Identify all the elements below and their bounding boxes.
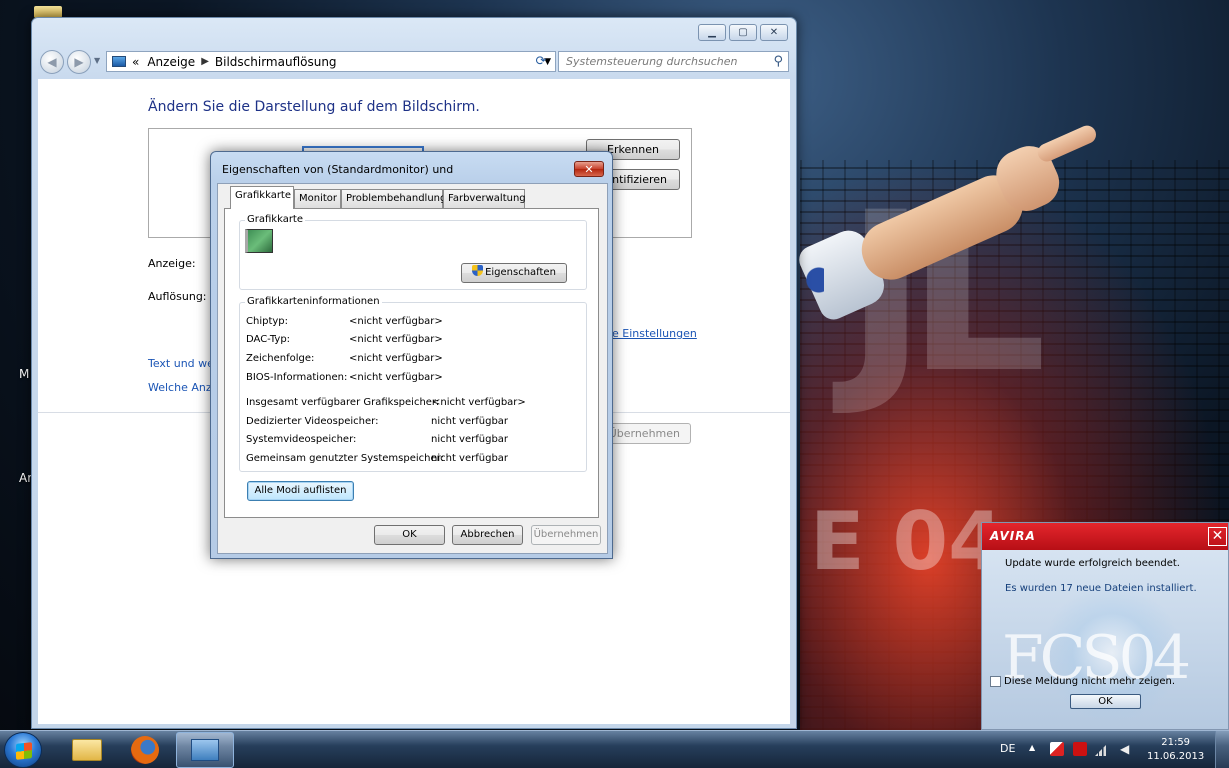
total-memory-value: <nicht verfügbar> xyxy=(432,397,526,408)
text-size-link[interactable]: Text und we xyxy=(148,357,214,370)
bios-info-value: <nicht verfügbar> xyxy=(349,372,443,383)
dedicated-memory-label: Dedizierter Videospeicher: xyxy=(246,416,379,427)
tab-grafikkarte[interactable]: Grafikkarte xyxy=(230,186,294,209)
search-icon[interactable]: ⚲ xyxy=(773,54,783,69)
monitor-icon xyxy=(112,56,126,67)
properties-dialog: Eigenschaften von (Standardmonitor) und … xyxy=(210,151,613,559)
advanced-settings-link[interactable]: e Einstellungen xyxy=(612,327,697,340)
string-value: <nicht verfügbar> xyxy=(349,353,443,364)
clock[interactable]: 21:59 11.06.2013 xyxy=(1147,736,1204,764)
address-bar[interactable]: « Anzeige ▶ Bildschirmauflösung ▼ xyxy=(106,51,556,72)
taskbar-control-panel[interactable] xyxy=(176,732,234,768)
list-all-modes-button[interactable]: Alle Modi auflisten xyxy=(247,481,354,501)
info-group-title: Grafikkarteninformationen xyxy=(245,296,382,307)
desktop-icon-label[interactable]: M xyxy=(19,367,29,381)
back-button[interactable]: ◀ xyxy=(40,50,64,74)
chip-type-value: <nicht verfügbar> xyxy=(349,316,443,327)
apply-button[interactable]: Übernehmen xyxy=(606,423,691,444)
dont-show-label[interactable]: Diese Meldung nicht mehr zeigen. xyxy=(1004,676,1175,687)
taskbar: DE ▲ ◀ 21:59 11.06.2013 xyxy=(0,730,1229,768)
shared-memory-value: nicht verfügbar xyxy=(431,453,509,464)
dac-type-label: DAC-Typ: xyxy=(246,334,291,345)
wallpaper-number: E 04 xyxy=(810,495,1004,588)
folder-icon xyxy=(72,739,102,761)
system-tray: DE ▲ ◀ 21:59 11.06.2013 xyxy=(995,731,1229,768)
avira-message-2: Es wurden 17 neue Dateien installiert. xyxy=(1005,583,1197,594)
maximize-button[interactable]: ▢ xyxy=(729,24,757,41)
tab-farbverwaltung[interactable]: Farbverwaltung xyxy=(443,189,526,208)
volume-icon[interactable]: ◀ xyxy=(1120,742,1134,756)
forward-button[interactable]: ▶ xyxy=(67,50,91,74)
properties-button[interactable]: Eigenschaften xyxy=(461,263,567,283)
wallpaper-club-logo xyxy=(798,250,824,310)
page-title: Ändern Sie die Darstellung auf dem Bilds… xyxy=(148,99,480,115)
start-button[interactable] xyxy=(4,732,42,768)
search-input[interactable]: Systemsteuerung durchsuchen ⚲ xyxy=(558,51,789,72)
avira-message-1: Update wurde erfolgreich beendet. xyxy=(1005,558,1180,569)
breadcrumb-anzeige[interactable]: Anzeige xyxy=(147,55,195,69)
avira-header: AVIRA ✕ xyxy=(982,523,1228,550)
dialog-close-button[interactable]: ✕ xyxy=(574,161,604,177)
dedicated-memory-value: nicht verfügbar xyxy=(431,416,509,427)
firefox-icon xyxy=(131,736,159,764)
dac-type-value: <nicht verfügbar> xyxy=(349,334,443,345)
close-button[interactable]: ✕ xyxy=(760,24,788,41)
tab-panel-grafikkarte: Grafikkarte Eigenschaften Grafikkartenin… xyxy=(224,208,599,518)
breadcrumb-resolution[interactable]: Bildschirmauflösung xyxy=(215,55,337,69)
network-icon[interactable] xyxy=(1095,742,1109,756)
shared-memory-label: Gemeinsam genutzter Systemspeicher: xyxy=(246,453,444,464)
avira-logo: AVIRA xyxy=(990,529,1036,543)
tab-problembehandlung[interactable]: Problembehandlung xyxy=(341,189,446,208)
string-label: Zeichenfolge: xyxy=(246,353,315,364)
which-display-link[interactable]: Welche Anze xyxy=(148,381,218,394)
properties-button-label: Eigenschaften xyxy=(485,267,556,278)
cancel-button[interactable]: Abbrechen xyxy=(452,525,523,545)
shield-icon xyxy=(472,265,484,276)
taskbar-explorer[interactable] xyxy=(58,732,116,768)
dialog-body: Grafikkarte Monitor Problembehandlung Fa… xyxy=(217,183,608,554)
show-desktop-button[interactable] xyxy=(1215,731,1229,768)
windows-logo-icon xyxy=(16,742,32,760)
search-placeholder: Systemsteuerung durchsuchen xyxy=(566,55,738,68)
adapter-group-title: Grafikkarte xyxy=(245,214,306,225)
window-caption-buttons: ▁ ▢ ✕ xyxy=(698,24,788,41)
avira-close-button[interactable]: ✕ xyxy=(1208,527,1227,546)
dont-show-checkbox[interactable] xyxy=(990,676,1001,687)
chip-type-label: Chiptyp: xyxy=(246,316,289,327)
breadcrumb-separator-icon[interactable]: ▶ xyxy=(201,56,209,67)
control-panel-icon xyxy=(191,739,219,761)
total-memory-label: Insgesamt verfügbarer Grafikspeicher: xyxy=(246,397,440,408)
clock-time: 21:59 xyxy=(1161,737,1191,748)
language-indicator[interactable]: DE xyxy=(1000,742,1015,755)
bios-info-label: BIOS-Informationen: xyxy=(246,372,348,383)
breadcrumb-prefix[interactable]: « xyxy=(132,55,139,69)
system-video-memory-value: nicht verfügbar xyxy=(431,434,509,445)
show-hidden-icons-icon[interactable]: ▲ xyxy=(1029,743,1035,752)
minimize-button[interactable]: ▁ xyxy=(698,24,726,41)
clock-date: 11.06.2013 xyxy=(1147,751,1205,762)
taskbar-firefox[interactable] xyxy=(116,732,174,768)
graphics-card-icon xyxy=(245,229,273,253)
resolution-label: Auflösung: xyxy=(148,290,207,303)
refresh-icon[interactable]: ⟳ xyxy=(530,51,552,72)
dialog-title: Eigenschaften von (Standardmonitor) und xyxy=(222,163,454,176)
ok-button[interactable]: OK xyxy=(374,525,445,545)
adapter-info-group: Grafikkarteninformationen Chiptyp: <nich… xyxy=(239,296,587,472)
display-label: Anzeige: xyxy=(148,257,196,270)
avira-ok-button[interactable]: OK xyxy=(1070,694,1141,709)
history-dropdown-icon[interactable]: ▼ xyxy=(94,56,100,65)
avira-tray-icon[interactable] xyxy=(1073,742,1087,756)
action-center-icon[interactable] xyxy=(1050,742,1064,756)
adapter-group: Grafikkarte Eigenschaften xyxy=(239,214,587,290)
tab-monitor[interactable]: Monitor xyxy=(294,189,341,208)
apply-button-disabled[interactable]: Übernehmen xyxy=(531,525,601,545)
avira-notification: FCS04 AVIRA ✕ Update wurde erfolgreich b… xyxy=(981,522,1229,730)
system-video-memory-label: Systemvideospeicher: xyxy=(246,434,357,445)
